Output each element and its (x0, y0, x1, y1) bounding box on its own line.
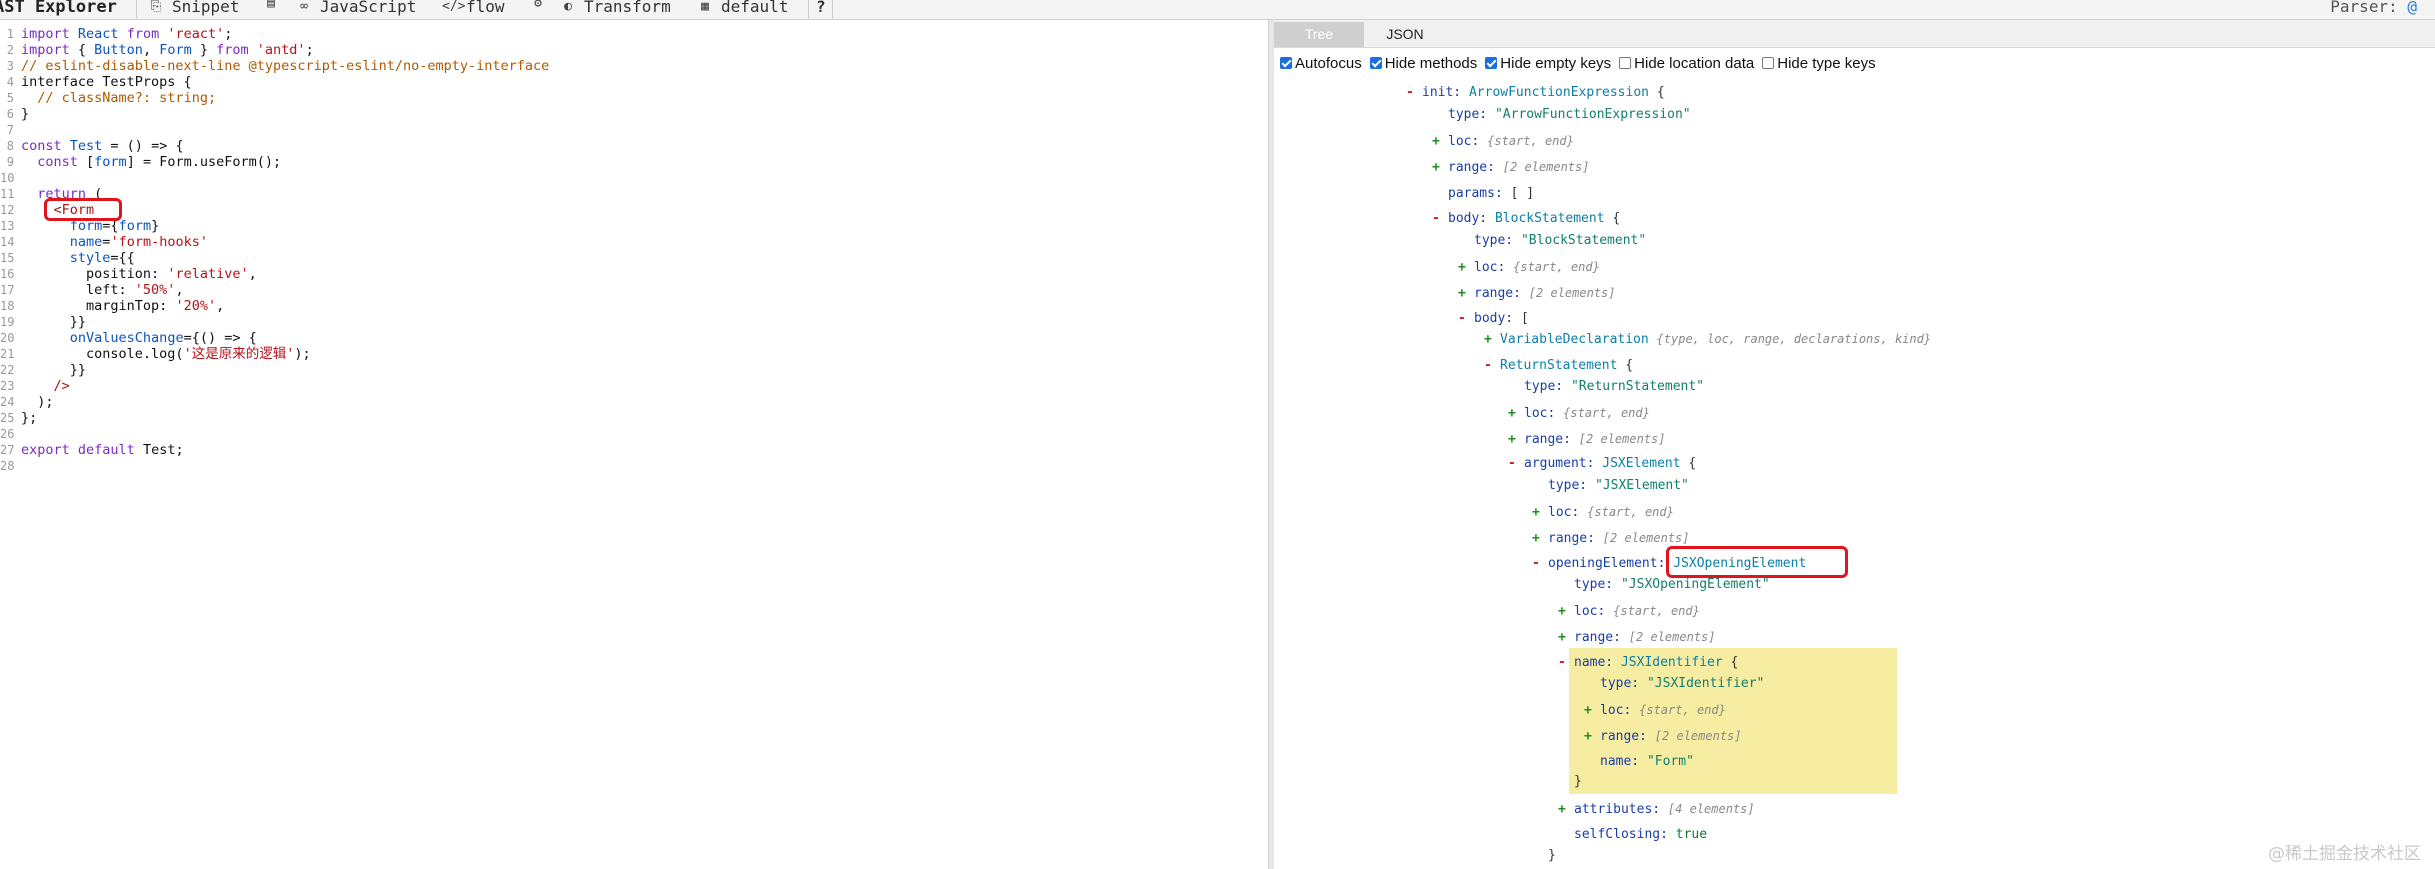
tree-node-range[interactable]: + range: [2 elements] (1432, 158, 1590, 176)
collapse-icon[interactable]: - (1406, 84, 1422, 102)
tree-prop: type: "JSXElement" (1548, 478, 1689, 493)
checkbox-checked-icon (1280, 57, 1292, 69)
tree-node-body-array[interactable]: - body: [ (1458, 310, 1529, 328)
expand-icon[interactable]: + (1458, 259, 1474, 277)
option-label: Hide location data (1634, 54, 1755, 72)
tree-prop: type: "ArrowFunctionExpression" (1448, 107, 1691, 122)
output-tabs: Tree JSON (1274, 20, 2435, 48)
tree-brace: } (1574, 774, 1582, 789)
tree-node-range[interactable]: + range: [2 elements] (1584, 727, 1742, 745)
expand-icon[interactable]: + (1558, 603, 1574, 621)
parser-info-link[interactable]: @ (2407, 0, 2417, 16)
tab-tree[interactable]: Tree (1274, 22, 1364, 47)
option-label: Hide type keys (1777, 54, 1876, 72)
checkbox-unchecked-icon (1762, 57, 1775, 69)
tree-node-argument[interactable]: - argument: JSXElement { (1508, 455, 1696, 473)
collapse-icon[interactable]: - (1532, 555, 1548, 573)
tree-prop: type: "JSXOpeningElement" (1574, 577, 1770, 592)
expand-icon[interactable]: + (1484, 331, 1500, 349)
autofocus-checkbox[interactable]: Autofocus (1280, 55, 1362, 72)
expand-icon[interactable]: + (1558, 801, 1574, 819)
tree-node-loc[interactable]: + loc: {start, end} (1432, 132, 1574, 150)
collapse-icon[interactable]: - (1508, 455, 1524, 473)
expand-icon[interactable]: + (1432, 159, 1448, 177)
tree-node-range[interactable]: + range: [2 elements] (1458, 284, 1616, 302)
tree-prop: type: "ReturnStatement" (1524, 379, 1705, 394)
checkbox-unchecked-icon (1619, 57, 1632, 69)
expand-icon[interactable]: + (1584, 702, 1600, 720)
expand-icon[interactable]: + (1508, 431, 1524, 449)
expand-icon[interactable]: + (1584, 728, 1600, 746)
checkbox-checked-icon (1485, 57, 1498, 69)
expand-icon[interactable]: + (1532, 504, 1548, 522)
option-label: Autofocus (1295, 54, 1362, 72)
expand-icon[interactable]: + (1432, 133, 1448, 151)
tree-node-loc[interactable]: + loc: {start, end} (1558, 602, 1700, 620)
expand-icon[interactable]: + (1558, 629, 1574, 647)
tree-node-range[interactable]: + range: [2 elements] (1532, 529, 1690, 547)
parser-info[interactable]: Parser: @ (2330, 0, 2417, 16)
checkbox-checked-icon (1369, 57, 1382, 69)
tree-node-loc[interactable]: + loc: {start, end} (1458, 258, 1600, 276)
tab-json[interactable]: JSON (1364, 22, 1446, 47)
tree-prop: type: "BlockStatement" (1474, 233, 1647, 248)
collapse-icon[interactable]: - (1458, 310, 1474, 328)
tree-node-loc[interactable]: + loc: {start, end} (1508, 404, 1650, 422)
tree-options: Autofocus Hide methods Hide empty keys H… (1280, 52, 1884, 74)
ast-tree: - init: ArrowFunctionExpression { type: "… (0, 0, 1931, 863)
option-label: Hide methods (1384, 54, 1478, 72)
hide-location-data-checkbox[interactable]: Hide location data (1619, 55, 1754, 72)
hide-methods-checkbox[interactable]: Hide methods (1369, 54, 1478, 72)
tree-node-range[interactable]: + range: [2 elements] (1558, 628, 1716, 646)
tree-brace: } (1548, 848, 1556, 863)
watermark: @稀土掘金技术社区 (2268, 844, 2421, 864)
collapse-icon[interactable]: - (1432, 210, 1448, 228)
tree-node-loc[interactable]: + loc: {start, end} (1532, 503, 1674, 521)
expand-icon[interactable]: + (1532, 530, 1548, 548)
tree-node-body[interactable]: - body: BlockStatement { (1432, 210, 1620, 228)
tree-node-loc[interactable]: + loc: {start, end} (1584, 701, 1726, 719)
opening-element-highlight (1666, 546, 1848, 578)
tree-node-name[interactable]: - name: JSXIdentifier { (1558, 654, 1738, 672)
tree-node-init[interactable]: - init: ArrowFunctionExpression { (1406, 84, 1665, 102)
tree-prop: selfClosing: true (1574, 827, 1708, 842)
option-label: Hide empty keys (1500, 54, 1612, 72)
tree-node-attributes[interactable]: + attributes: [4 elements] (1558, 800, 1755, 818)
collapse-icon[interactable]: - (1484, 357, 1500, 375)
expand-icon[interactable]: + (1458, 285, 1474, 303)
parser-info-label: Parser: (2330, 0, 2398, 16)
tree-node-return-statement[interactable]: - ReturnStatement { (1484, 357, 1633, 375)
tree-prop: type: "JSXIdentifier" (1600, 676, 1765, 691)
hide-type-keys-checkbox[interactable]: Hide type keys (1762, 54, 1876, 72)
tree-prop: name: "Form" (1600, 754, 1694, 769)
tree-node-range[interactable]: + range: [2 elements] (1508, 430, 1666, 448)
tree-prop: params: [ ] (1448, 186, 1535, 201)
tree-node-variable-declaration[interactable]: + VariableDeclaration {type, loc, range, … (1484, 330, 1931, 348)
collapse-icon[interactable]: - (1558, 654, 1574, 672)
hide-empty-keys-checkbox[interactable]: Hide empty keys (1485, 55, 1611, 72)
expand-icon[interactable]: + (1508, 405, 1524, 423)
